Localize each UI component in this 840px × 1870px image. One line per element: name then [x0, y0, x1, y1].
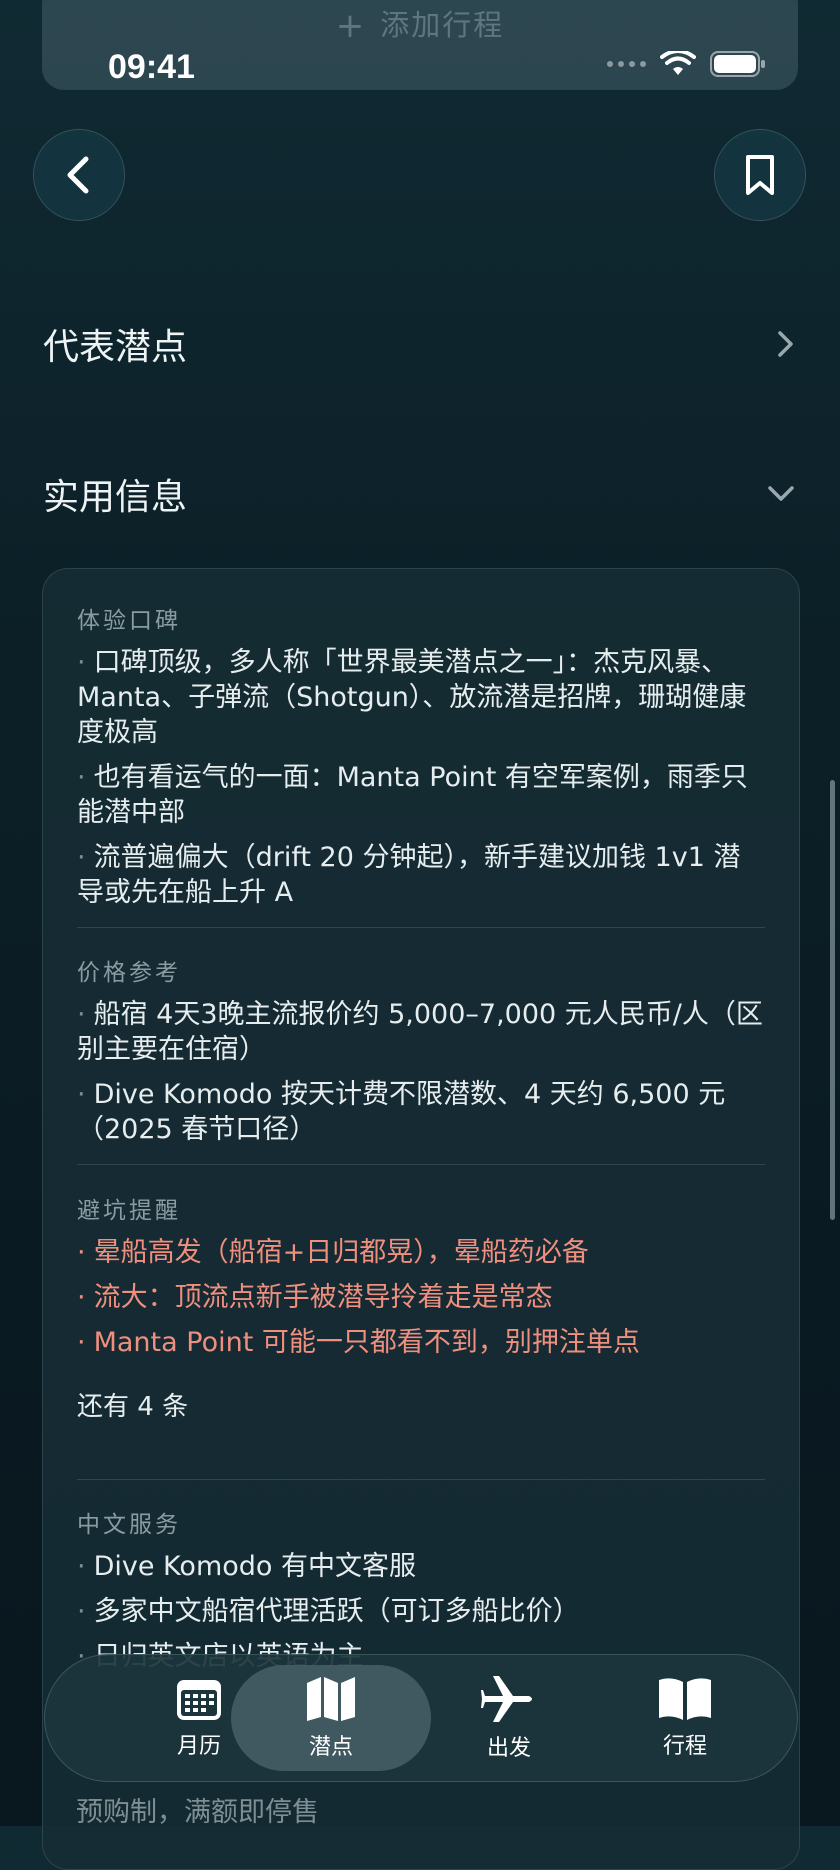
divider [77, 1164, 765, 1165]
bookmark-icon [746, 155, 774, 195]
airplane-icon [481, 1676, 532, 1722]
tab-label: 行程 [662, 1734, 707, 1759]
back-button[interactable] [34, 130, 124, 220]
experience-group: 体验口碑 · 口碑顶级，多人称「世界最美潜点之一」：杰克风暴、Manta、子弹流（… [77, 601, 765, 920]
plus-icon: + [335, 6, 367, 46]
group-label: 价格参考 [77, 960, 181, 986]
add-trip-label: 添加行程 [380, 8, 505, 42]
group-label: 体验口碑 [77, 608, 181, 634]
book-icon [659, 1678, 711, 1720]
map-icon [307, 1677, 355, 1721]
bookmark-button[interactable] [715, 130, 805, 220]
show-more-link[interactable]: 还有 4 条 [77, 1386, 765, 1423]
chevron-right-icon [778, 331, 793, 357]
group-label: 中文服务 [77, 1512, 181, 1538]
group-label: 避坑提醒 [77, 1198, 181, 1224]
section-title: 实用信息 [43, 477, 188, 518]
list-item: · 多家中文船宿代理活跃（可订多船比价） [77, 1596, 580, 1627]
section-practical-info[interactable]: 实用信息 [43, 468, 797, 520]
warning-item: · 流大：顶流点新手被潜导拎着走是常态 [77, 1282, 553, 1313]
battery-icon [710, 51, 765, 77]
wifi-icon [660, 51, 696, 75]
list-item: · 船宿 4天3晚主流报价约 5,000–7,000 元人民币/人（区别主要在住宿… [77, 999, 763, 1065]
scrollbar[interactable] [830, 780, 835, 1220]
signal-dots-icon [607, 61, 646, 67]
list-item: · 口碑顶级，多人称「世界最美潜点之一」：杰克风暴、Manta、子弹流（Shotg… [77, 647, 747, 748]
chevron-down-icon [768, 486, 794, 501]
tab-label: 出发 [486, 1736, 531, 1761]
calendar-icon [177, 1680, 221, 1720]
chevron-left-icon [67, 156, 89, 194]
divider [77, 927, 765, 928]
list-item: · 也有看运气的一面：Manta Point 有空军案例，雨季只能潜中部 [77, 762, 748, 828]
warning-item: · 晕船高发（船宿+日归都晃），晕船药必备 [77, 1237, 589, 1268]
tab-depart[interactable]: 出发 [409, 1665, 609, 1771]
price-group: 价格参考 · 船宿 4天3晚主流报价约 5,000–7,000 元人民币/人（区别… [77, 953, 765, 1157]
partial-footer-text: 预购制，满额即停售 [76, 1797, 319, 1828]
list-item: · 流普遍偏大（drift 20 分钟起），新手建议加钱 1v1 潜导或先在船上升… [77, 842, 741, 908]
divider [77, 1479, 765, 1480]
tab-label: 潜点 [308, 1735, 353, 1760]
list-item: · Dive Komodo 按天计费不限潜数、4 天约 6,500 元（2025 … [77, 1079, 726, 1145]
tab-label: 月历 [176, 1734, 221, 1759]
list-item: · Dive Komodo 有中文客服 [77, 1551, 416, 1582]
status-indicators [607, 50, 766, 78]
warning-item: · Manta Point 可能一只都看不到，别押注单点 [77, 1327, 640, 1358]
tab-dive-sites[interactable]: 潜点 [231, 1665, 431, 1771]
bottom-tab-bar: 月历 潜点 出发 行程 [44, 1654, 798, 1782]
status-time: 09:41 [108, 48, 195, 86]
pitfalls-group: 避坑提醒 · 晕船高发（船宿+日归都晃），晕船药必备 · 流大：顶流点新手被潜导拎着… [77, 1191, 765, 1423]
section-title: 代表潜点 [43, 327, 188, 368]
tab-itinerary[interactable]: 行程 [585, 1665, 785, 1771]
section-representative-dive-sites[interactable]: 代表潜点 [43, 318, 797, 370]
